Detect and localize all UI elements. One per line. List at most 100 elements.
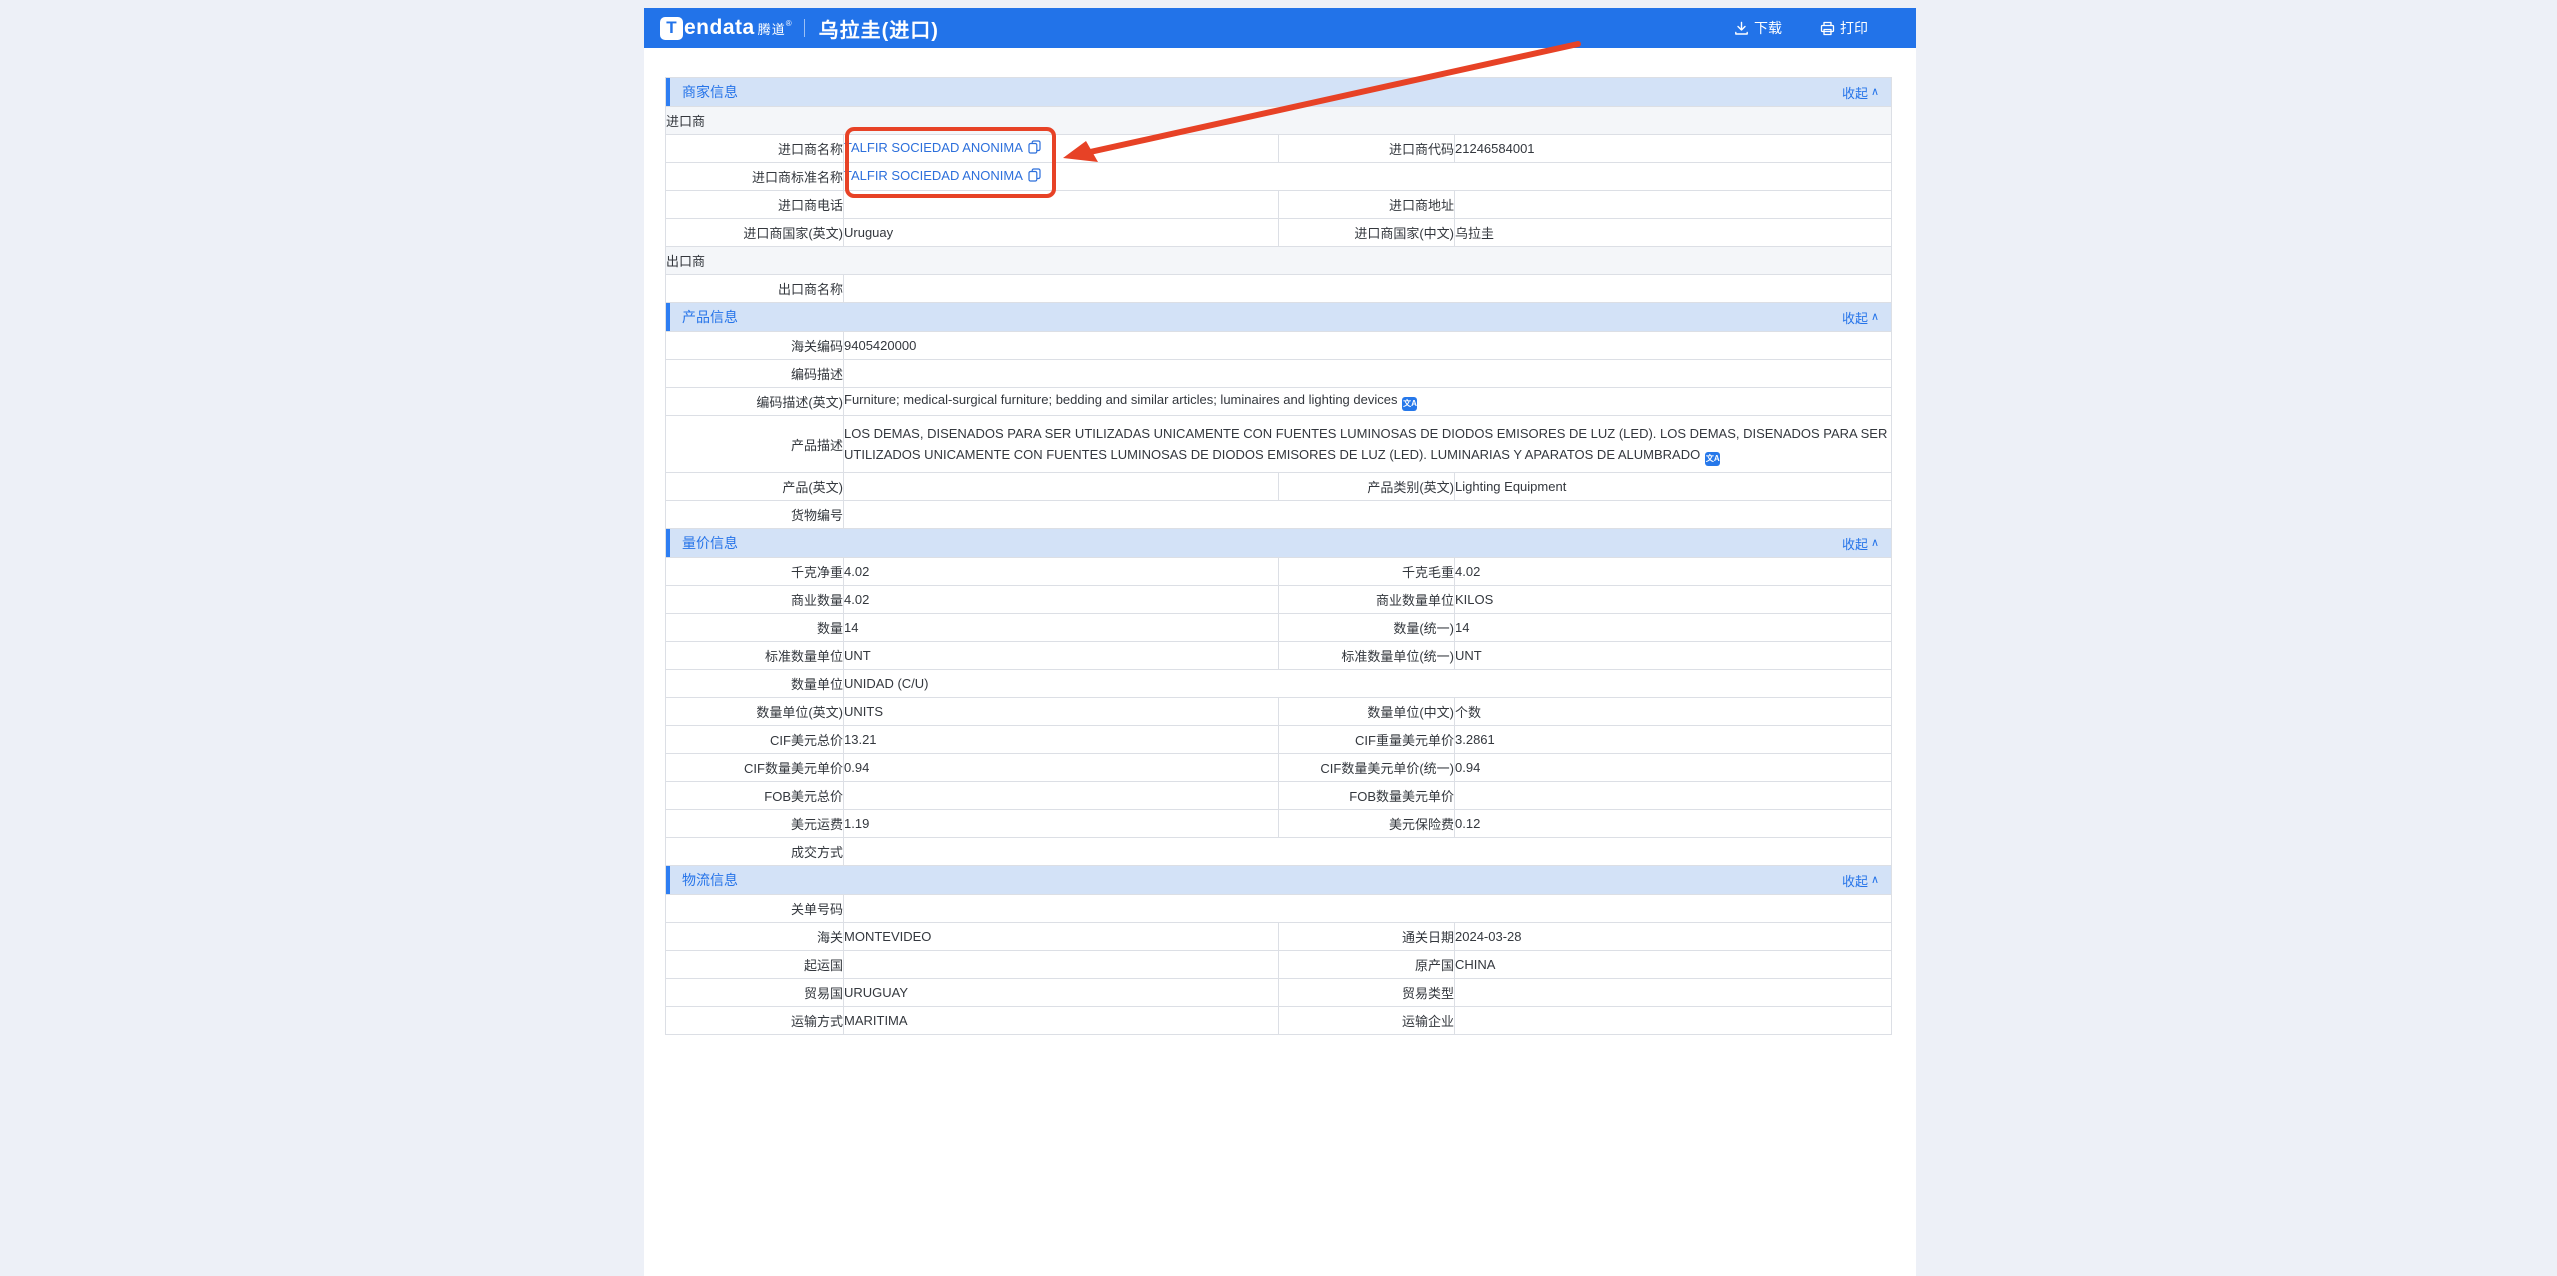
- table-row: 编码描述: [666, 360, 1892, 388]
- field-value: [844, 191, 1279, 219]
- section-accent-bar: [666, 78, 670, 106]
- field-value-text: 1.19: [844, 816, 869, 831]
- brand-name: endata: [684, 16, 755, 40]
- field-label: 商业数量: [666, 586, 844, 614]
- field-label: CIF数量美元单价: [666, 754, 844, 782]
- field-label: 海关: [666, 923, 844, 951]
- field-label: 标准数量单位: [666, 642, 844, 670]
- table-row: 数量14数量(统一)14: [666, 614, 1892, 642]
- field-value: TALFIR SOCIEDAD ANONIMA: [844, 135, 1279, 163]
- field-value: UNIDAD (C/U): [844, 670, 1892, 698]
- collapse-link[interactable]: 收起∧: [1842, 308, 1879, 327]
- field-label: CIF数量美元单价(统一): [1279, 754, 1455, 782]
- copy-icon[interactable]: [1028, 140, 1041, 157]
- section-title: 物流信息: [682, 870, 738, 890]
- field-label: CIF重量美元单价: [1279, 726, 1455, 754]
- field-label: 进口商国家(中文): [1279, 219, 1455, 247]
- field-value: 0.12: [1455, 810, 1892, 838]
- section-accent-bar: [666, 529, 670, 557]
- collapse-label: 收起: [1842, 534, 1868, 553]
- field-value: 21246584001: [1455, 135, 1892, 163]
- section-accent-bar: [666, 866, 670, 894]
- table-row: 进口商标准名称TALFIR SOCIEDAD ANONIMA: [666, 163, 1892, 191]
- table-row: 关单号码: [666, 895, 1892, 923]
- field-value-text: URUGUAY: [844, 985, 908, 1000]
- field-label: 标准数量单位(统一): [1279, 642, 1455, 670]
- field-value-text: UNT: [1455, 648, 1482, 663]
- table-row: 进口商电话进口商地址: [666, 191, 1892, 219]
- table-row: 货物编号: [666, 501, 1892, 529]
- collapse-link[interactable]: 收起∧: [1842, 83, 1879, 102]
- field-value: KILOS: [1455, 586, 1892, 614]
- field-label: 贸易类型: [1279, 979, 1455, 1007]
- field-value-text: 14: [844, 620, 858, 635]
- field-label: 关单号码: [666, 895, 844, 923]
- table-row: 千克净重4.02千克毛重4.02: [666, 558, 1892, 586]
- brand-cn: 腾道: [758, 19, 786, 38]
- translate-icon[interactable]: 文A: [1705, 452, 1720, 466]
- table-row: FOB美元总价FOB数量美元单价: [666, 782, 1892, 810]
- field-value: [1455, 782, 1892, 810]
- field-label: 数量: [666, 614, 844, 642]
- collapse-link[interactable]: 收起∧: [1842, 871, 1879, 890]
- tendata-logo-icon: T: [660, 17, 683, 40]
- section-title: 产品信息: [682, 307, 738, 327]
- field-value: 14: [1455, 614, 1892, 642]
- field-value: 个数: [1455, 698, 1892, 726]
- section-header-row: 产品信息 收起∧: [666, 303, 1892, 332]
- table-row: 编码描述(英文)Furniture; medical-surgical furn…: [666, 388, 1892, 416]
- table-row: 海关编码9405420000: [666, 332, 1892, 360]
- field-label: 运输企业: [1279, 1007, 1455, 1035]
- field-value: 4.02: [844, 586, 1279, 614]
- field-value: [1455, 1007, 1892, 1035]
- field-label: 编码描述: [666, 360, 844, 388]
- field-value: [844, 275, 1892, 303]
- field-value: 1.19: [844, 810, 1279, 838]
- print-button[interactable]: 打印: [1820, 18, 1868, 38]
- field-label: 原产国: [1279, 951, 1455, 979]
- field-label: 千克净重: [666, 558, 844, 586]
- table-row: 数量单位UNIDAD (C/U): [666, 670, 1892, 698]
- field-label: 产品类别(英文): [1279, 473, 1455, 501]
- field-label: 出口商名称: [666, 275, 844, 303]
- collapse-label: 收起: [1842, 83, 1868, 102]
- field-value: Uruguay: [844, 219, 1279, 247]
- section-title: 商家信息: [682, 82, 738, 102]
- field-label: 千克毛重: [1279, 558, 1455, 586]
- field-value: 2024-03-28: [1455, 923, 1892, 951]
- translate-icon[interactable]: 文A: [1402, 397, 1417, 411]
- detail-table: 商家信息收起∧进口商进口商名称TALFIR SOCIEDAD ANONIMA进口…: [665, 77, 1892, 1035]
- field-label: 进口商地址: [1279, 191, 1455, 219]
- field-value: CHINA: [1455, 951, 1892, 979]
- table-row: 进口商名称TALFIR SOCIEDAD ANONIMA进口商代码2124658…: [666, 135, 1892, 163]
- field-value-text: Furniture; medical-surgical furniture; b…: [844, 392, 1397, 407]
- page-title: 乌拉圭(进口): [819, 14, 939, 43]
- field-value: LOS DEMAS, DISENADOS PARA SER UTILIZADAS…: [844, 416, 1892, 473]
- company-link[interactable]: TALFIR SOCIEDAD ANONIMA: [844, 168, 1023, 183]
- field-value: [844, 782, 1279, 810]
- company-link[interactable]: TALFIR SOCIEDAD ANONIMA: [844, 140, 1023, 155]
- table-row: 美元运费1.19美元保险费0.12: [666, 810, 1892, 838]
- copy-icon[interactable]: [1028, 168, 1041, 185]
- section-accent-bar: [666, 303, 670, 331]
- download-button[interactable]: 下载: [1734, 18, 1782, 38]
- field-value: MARITIMA: [844, 1007, 1279, 1035]
- field-value-text: 4.02: [844, 564, 869, 579]
- field-label: 进口商标准名称: [666, 163, 844, 191]
- field-value-text: 3.2861: [1455, 732, 1495, 747]
- detail-content: 商家信息收起∧进口商进口商名称TALFIR SOCIEDAD ANONIMA进口…: [644, 77, 1916, 1035]
- table-row: 产品描述LOS DEMAS, DISENADOS PARA SER UTILIZ…: [666, 416, 1892, 473]
- top-header-bar: T endata 腾道 ® 乌拉圭(进口) 下载: [644, 8, 1916, 48]
- collapse-label: 收起: [1842, 871, 1868, 890]
- print-label: 打印: [1840, 18, 1868, 38]
- collapse-link[interactable]: 收起∧: [1842, 534, 1879, 553]
- field-value-text: MONTEVIDEO: [844, 929, 931, 944]
- field-value: 0.94: [1455, 754, 1892, 782]
- field-value-text: 0.94: [1455, 760, 1480, 775]
- field-label: 海关编码: [666, 332, 844, 360]
- subsection-label: 进口商: [666, 107, 1892, 135]
- field-label: 成交方式: [666, 838, 844, 866]
- field-label: CIF美元总价: [666, 726, 844, 754]
- field-value-text: 21246584001: [1455, 141, 1535, 156]
- table-row: 出口商名称: [666, 275, 1892, 303]
